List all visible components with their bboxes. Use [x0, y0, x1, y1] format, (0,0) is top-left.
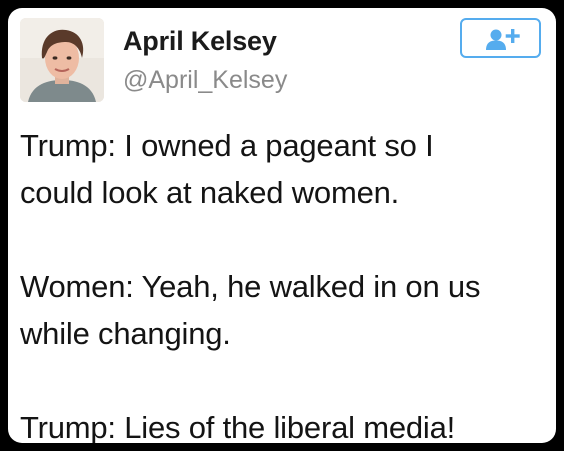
- follow-button[interactable]: [460, 18, 541, 58]
- add-user-icon: [486, 29, 520, 50]
- tweet-text-line: Trump: I owned a pageant so I: [20, 128, 434, 163]
- avatar[interactable]: [20, 18, 104, 102]
- tweet-text-line: Women: Yeah, he walked in on us: [20, 269, 481, 304]
- author-handle[interactable]: @April_Kelsey: [123, 66, 287, 95]
- tweet-text-line: while changing.: [20, 316, 231, 351]
- author-name[interactable]: April Kelsey: [123, 26, 277, 57]
- tweet-text-line: Trump: Lies of the liberal media!: [20, 410, 456, 443]
- tweet-text: Trump: I owned a pageant so I could look…: [20, 122, 550, 443]
- tweet-card: April Kelsey @April_Kelsey Trump: I owne…: [8, 8, 556, 443]
- profile-photo-icon: [20, 18, 104, 102]
- tweet-text-line: could look at naked women.: [20, 175, 400, 210]
